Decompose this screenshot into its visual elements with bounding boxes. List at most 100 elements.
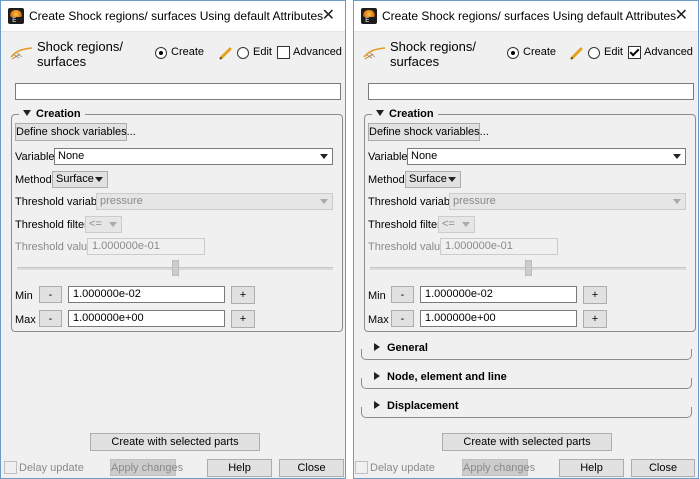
- max-increment-button[interactable]: +: [583, 310, 607, 328]
- shock-surface-icon: [10, 47, 33, 60]
- pencil-icon: [570, 47, 583, 60]
- title-bar: Create Shock regions/ surfaces Using def…: [1, 1, 345, 32]
- advanced-checkbox[interactable]: [628, 46, 641, 59]
- apply-changes-button[interactable]: Apply changes: [110, 459, 184, 476]
- threshold-filter-value: <=: [89, 218, 102, 230]
- apply-changes-label: Apply changes: [111, 461, 184, 474]
- close-button[interactable]: Close: [631, 459, 695, 477]
- dialog-window-advanced: Create Shock regions/ surfaces Using def…: [353, 0, 699, 479]
- general-section-header[interactable]: General: [374, 342, 432, 354]
- plus-label: +: [239, 313, 247, 325]
- delay-update-checkbox[interactable]: [355, 461, 368, 474]
- threshold-variable-value: pressure: [100, 195, 143, 207]
- creation-header-label: Creation: [36, 108, 81, 120]
- define-shock-variables-button[interactable]: Define shock variables...: [15, 123, 136, 141]
- create-mode-radio[interactable]: [507, 47, 519, 59]
- threshold-filter-value: <=: [442, 218, 455, 230]
- create-with-selected-parts-label: Create with selected parts: [463, 436, 591, 448]
- tool-title-line1: Shock regions/: [390, 39, 476, 54]
- threshold-slider-thumb[interactable]: [524, 260, 532, 276]
- close-label: Close: [648, 462, 678, 474]
- plus-label: +: [591, 289, 599, 301]
- creation-header[interactable]: Creation: [372, 108, 438, 120]
- node-element-line-section-label: Node, element and line: [387, 371, 507, 383]
- edit-mode-radio[interactable]: [588, 47, 600, 59]
- max-increment-button[interactable]: +: [231, 310, 255, 328]
- tool-title-line1: Shock regions/: [37, 39, 123, 54]
- create-mode-label: Create: [171, 46, 205, 58]
- node-element-line-section-header[interactable]: Node, element and line: [374, 371, 511, 383]
- min-increment-button[interactable]: +: [231, 286, 255, 304]
- define-shock-variables-button[interactable]: Define shock variables...: [368, 123, 489, 141]
- shock-surface-icon: [363, 47, 386, 60]
- delay-update-checkbox[interactable]: [4, 461, 17, 474]
- create-with-selected-parts-button[interactable]: Create with selected parts: [442, 433, 612, 451]
- tool-title: Shock regions/ surfaces: [390, 39, 490, 69]
- plus-label: +: [239, 289, 247, 301]
- displacement-section-header[interactable]: Displacement: [374, 400, 463, 412]
- help-label: Help: [580, 462, 603, 474]
- threshold-slider-thumb[interactable]: [171, 260, 179, 276]
- apply-changes-label: Apply changes: [463, 461, 536, 474]
- chevron-down-icon: [673, 154, 681, 159]
- threshold-value-input[interactable]: 1.000000e-01: [87, 238, 205, 255]
- method-dropdown[interactable]: Surface: [405, 171, 461, 188]
- triangle-right-icon: [374, 343, 380, 351]
- create-with-selected-parts-label: Create with selected parts: [111, 436, 239, 448]
- close-button[interactable]: Close: [279, 459, 344, 477]
- creation-header-label: Creation: [389, 108, 434, 120]
- threshold-value-input[interactable]: 1.000000e-01: [440, 238, 558, 255]
- dialog-window-basic: Create Shock regions/ surfaces Using def…: [0, 0, 346, 479]
- window-title: Create Shock regions/ surfaces Using def…: [382, 9, 677, 23]
- part-name-input[interactable]: [15, 83, 341, 100]
- variable-value: None: [411, 150, 438, 162]
- part-name-input[interactable]: [368, 83, 694, 100]
- close-icon[interactable]: ✕: [675, 6, 688, 24]
- min-label: Min: [368, 290, 386, 302]
- threshold-filter-label: Threshold filter: [368, 219, 441, 231]
- threshold-value-label: Threshold value: [368, 241, 447, 253]
- threshold-variable-label: Threshold variable: [368, 196, 459, 208]
- triangle-down-icon: [23, 110, 31, 116]
- tool-title: Shock regions/ surfaces: [37, 39, 137, 69]
- variable-value: None: [58, 150, 85, 162]
- window-title: Create Shock regions/ surfaces Using def…: [29, 9, 324, 23]
- close-icon[interactable]: ✕: [322, 6, 335, 24]
- threshold-value-label: Threshold value: [15, 241, 94, 253]
- edit-mode-radio[interactable]: [237, 47, 249, 59]
- threshold-filter-dropdown[interactable]: <=: [85, 216, 122, 233]
- max-decrement-button[interactable]: -: [391, 310, 414, 327]
- triangle-right-icon: [374, 372, 380, 380]
- create-mode-radio[interactable]: [155, 47, 167, 59]
- threshold-variable-value: pressure: [453, 195, 496, 207]
- min-input[interactable]: 1.000000e-02: [420, 286, 577, 303]
- help-button[interactable]: Help: [207, 459, 272, 477]
- method-value: Surface: [409, 173, 447, 185]
- max-label: Max: [368, 314, 389, 326]
- advanced-checkbox[interactable]: [277, 46, 290, 59]
- threshold-filter-dropdown[interactable]: <=: [438, 216, 475, 233]
- max-input[interactable]: 1.000000e+00: [68, 310, 225, 327]
- help-button[interactable]: Help: [559, 459, 624, 477]
- chevron-down-icon: [673, 199, 681, 204]
- triangle-down-icon: [376, 110, 384, 116]
- max-decrement-button[interactable]: -: [39, 310, 62, 327]
- min-increment-button[interactable]: +: [583, 286, 607, 304]
- creation-header[interactable]: Creation: [19, 108, 85, 120]
- chevron-down-icon: [109, 222, 117, 227]
- min-decrement-button[interactable]: -: [39, 286, 62, 303]
- min-input[interactable]: 1.000000e-02: [68, 286, 225, 303]
- minus-label: -: [48, 288, 53, 301]
- create-with-selected-parts-button[interactable]: Create with selected parts: [90, 433, 260, 451]
- max-label: Max: [15, 314, 36, 326]
- chevron-down-icon: [462, 222, 470, 227]
- max-input[interactable]: 1.000000e+00: [420, 310, 577, 327]
- threshold-variable-dropdown[interactable]: pressure: [449, 193, 686, 210]
- min-decrement-button[interactable]: -: [391, 286, 414, 303]
- method-dropdown[interactable]: Surface: [52, 171, 108, 188]
- apply-changes-button[interactable]: Apply changes: [462, 459, 536, 476]
- variable-dropdown[interactable]: None: [54, 148, 333, 165]
- threshold-variable-dropdown[interactable]: pressure: [96, 193, 333, 210]
- variable-dropdown[interactable]: None: [407, 148, 686, 165]
- title-bar: Create Shock regions/ surfaces Using def…: [354, 1, 698, 32]
